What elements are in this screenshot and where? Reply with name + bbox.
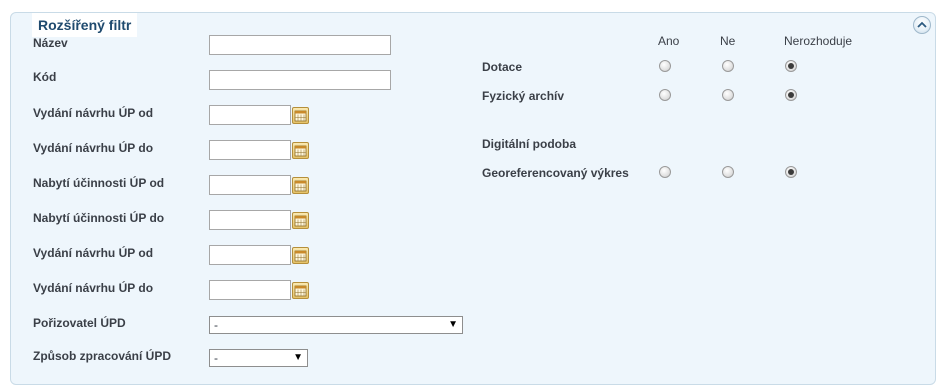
name-input[interactable] bbox=[209, 35, 391, 55]
radio-georef-nerozhoduje[interactable] bbox=[785, 166, 797, 178]
calendar-icon[interactable] bbox=[292, 282, 309, 299]
date-input-5[interactable] bbox=[209, 245, 291, 265]
select-label-processing: Způsob zpracování ÚPD bbox=[33, 349, 172, 363]
triangle-down-icon: ▼ bbox=[293, 352, 303, 363]
radio-georef-ne[interactable] bbox=[722, 166, 734, 178]
column-header-no: Ne bbox=[720, 34, 736, 48]
procurer-select-value: - bbox=[214, 318, 218, 332]
radio-archive-nerozhoduje[interactable] bbox=[785, 89, 797, 101]
radio-archive-ne[interactable] bbox=[722, 89, 734, 101]
date-label-5: Vydání návrhu ÚP od bbox=[33, 246, 154, 260]
date-label-1: Vydání návrhu ÚP od bbox=[33, 106, 154, 120]
column-header-yes: Ano bbox=[658, 34, 680, 48]
calendar-icon[interactable] bbox=[292, 177, 309, 194]
radio-label-dotace: Dotace bbox=[482, 60, 523, 74]
chevron-up-icon bbox=[917, 21, 927, 28]
column-header-any: Nerozhoduje bbox=[784, 34, 853, 48]
date-input-6[interactable] bbox=[209, 280, 291, 300]
date-label-6: Vydání návrhu ÚP do bbox=[33, 281, 154, 295]
date-input-2[interactable] bbox=[209, 140, 291, 160]
radio-label-georef: Georeferencovaný výkres bbox=[482, 166, 629, 180]
processing-select-value: - bbox=[214, 351, 218, 365]
field-label-name: Název bbox=[33, 36, 68, 50]
radio-dotace-ano[interactable] bbox=[659, 60, 671, 72]
field-label-code: Kód bbox=[33, 70, 57, 84]
date-input-1[interactable] bbox=[209, 105, 291, 125]
calendar-icon[interactable] bbox=[292, 142, 309, 159]
radio-georef-ano[interactable] bbox=[659, 166, 671, 178]
date-label-2: Vydání návrhu ÚP do bbox=[33, 141, 154, 155]
calendar-icon[interactable] bbox=[292, 212, 309, 229]
date-input-4[interactable] bbox=[209, 210, 291, 230]
radio-dotace-nerozhoduje[interactable] bbox=[785, 60, 797, 72]
date-input-3[interactable] bbox=[209, 175, 291, 195]
triangle-down-icon: ▼ bbox=[448, 319, 458, 330]
calendar-icon[interactable] bbox=[292, 107, 309, 124]
radio-dotace-ne[interactable] bbox=[722, 60, 734, 72]
advanced-filter-panel: Rozšířený filtr bbox=[10, 12, 936, 385]
procurer-select[interactable]: - ▼ bbox=[209, 316, 463, 334]
calendar-icon[interactable] bbox=[292, 247, 309, 264]
date-label-4: Nabytí účinnosti ÚP do bbox=[33, 211, 165, 225]
collapse-button[interactable] bbox=[913, 16, 931, 34]
panel-title: Rozšířený filtr bbox=[32, 13, 138, 37]
radio-archive-ano[interactable] bbox=[659, 89, 671, 101]
processing-select[interactable]: - ▼ bbox=[209, 349, 308, 367]
radio-label-archive: Fyzický archív bbox=[482, 89, 565, 103]
date-label-3: Nabytí účinnosti ÚP od bbox=[33, 176, 165, 190]
section-label-digital: Digitální podoba bbox=[482, 137, 576, 151]
code-input[interactable] bbox=[209, 70, 391, 90]
select-label-procurer: Pořizovatel ÚPD bbox=[33, 316, 126, 330]
